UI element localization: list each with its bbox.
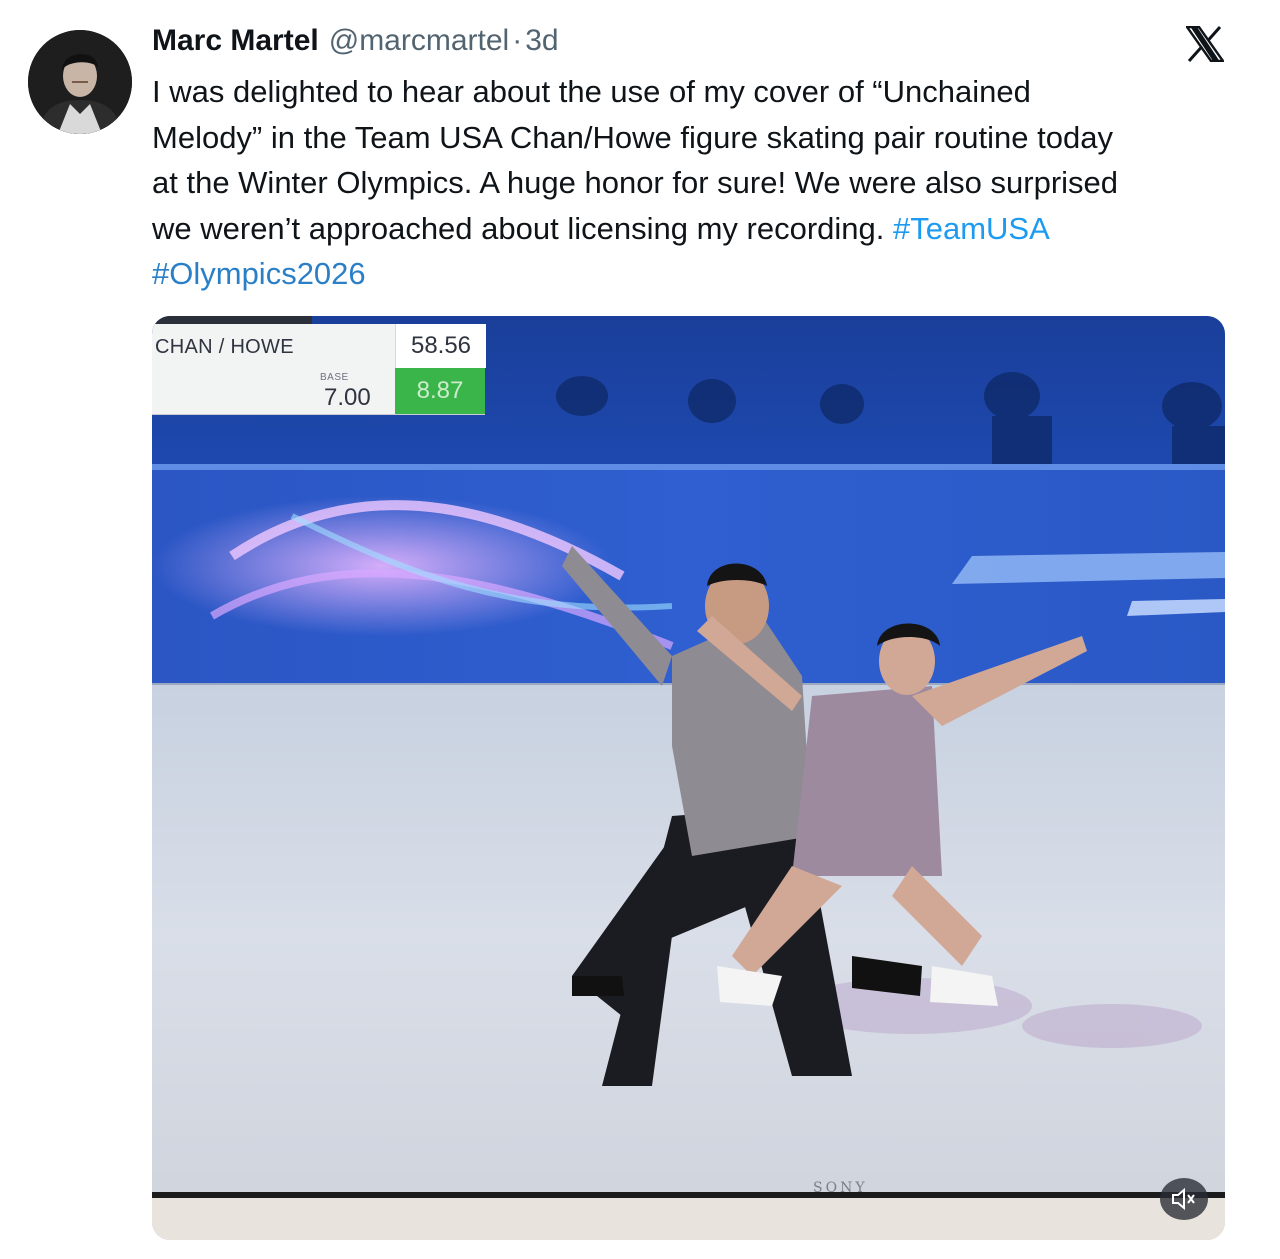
- tweet-line: #Olympics2026: [152, 251, 1232, 297]
- scoreboard-base-value: 7.00: [324, 384, 371, 411]
- avatar-image: [28, 30, 132, 134]
- tweet-header: Marc Martel @marcmartel · 3d: [152, 24, 559, 64]
- scoreboard-top-strip: [152, 316, 312, 324]
- scoreboard-overlay: CHAN / HOWE 58.56 BASE 7.00 8.87: [152, 316, 486, 415]
- tweet-line-text: we weren’t approached about licensing my…: [152, 210, 893, 246]
- hashtag-teamusa[interactable]: #TeamUSA: [893, 211, 1050, 246]
- author-handle[interactable]: @marcmartel: [329, 24, 509, 58]
- tweet-line: we weren’t approached about licensing my…: [152, 206, 1232, 252]
- tweet-line: Melody” in the Team USA Chan/Howe figure…: [152, 119, 1113, 155]
- author-name[interactable]: Marc Martel: [152, 24, 319, 58]
- video-player[interactable]: CHAN / HOWE 58.56 BASE 7.00 8.87 SONY: [152, 316, 1225, 1240]
- tv-brand-label: SONY: [813, 1180, 868, 1196]
- avatar[interactable]: [28, 30, 132, 134]
- hashtag-olympics2026[interactable]: #Olympics2026: [152, 256, 366, 291]
- tweet-timestamp[interactable]: 3d: [525, 24, 558, 58]
- video-frame: [152, 316, 1225, 1240]
- volume-muted-icon[interactable]: [1160, 1178, 1208, 1220]
- tweet-text: I was delighted to hear about the use of…: [152, 69, 1232, 297]
- scoreboard-base-label: BASE: [320, 372, 349, 383]
- tweet-line: I was delighted to hear about the use of…: [152, 74, 1031, 109]
- scoreboard-team: CHAN / HOWE: [155, 336, 294, 358]
- x-logo-icon[interactable]: [1184, 25, 1226, 63]
- tweet-line: at the Winter Olympics. A huge honor for…: [152, 165, 1119, 200]
- scoreboard-total: 58.56: [395, 324, 486, 368]
- scoreboard-goe-value: 8.87: [395, 368, 485, 414]
- separator-dot: ·: [512, 24, 523, 57]
